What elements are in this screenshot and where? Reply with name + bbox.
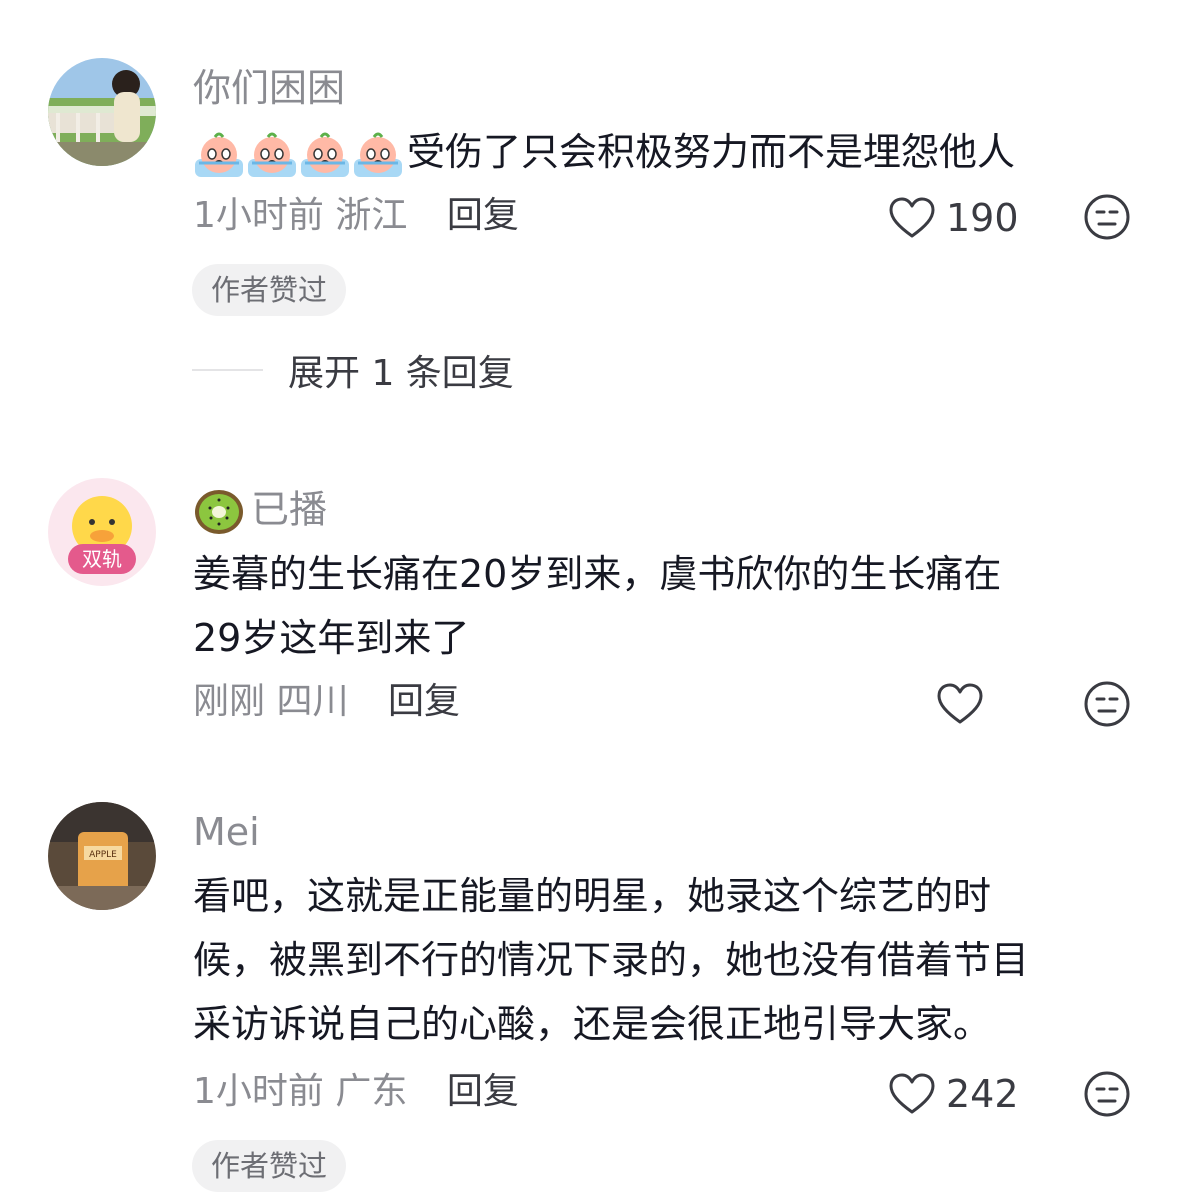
avatar[interactable]	[48, 58, 156, 166]
comment-text-content: 受伤了只会积极努力而不是埋怨他人	[407, 130, 1016, 174]
comment-meta: 刚刚 四川 回复	[193, 680, 460, 724]
crying-face-icon	[195, 132, 243, 177]
comment-text-line: 看吧，这就是正能量的明星，她录这个综艺的时	[193, 874, 992, 918]
dislike-face-icon[interactable]	[1083, 1070, 1131, 1118]
comment-meta: 1小时前 浙江 回复	[193, 194, 519, 238]
comment-text: 姜暮的生长痛在20岁到来，虞书欣你的生长痛在 29岁这年到来了	[193, 542, 1123, 670]
comment-location: 广东	[335, 1071, 408, 1112]
like-count: 190	[946, 196, 1019, 240]
comment-time: 1小时前	[193, 195, 324, 236]
heart-icon	[937, 683, 983, 724]
comment-location: 四川	[276, 681, 349, 722]
comment-text-line: 候，被黑到不行的情况下录的，她也没有借着节目	[193, 938, 1030, 982]
heart-icon	[889, 197, 935, 238]
comment-meta: 1小时前 广东 回复	[193, 1070, 519, 1114]
comment-text: 受伤了只会积极努力而不是埋怨他人	[193, 120, 1123, 184]
comment-text-line: 姜暮的生长痛在20岁到来，虞书欣你的生长痛在	[193, 552, 1002, 596]
dislike-face-icon[interactable]	[1083, 193, 1131, 241]
comment-time: 刚刚	[193, 681, 266, 722]
comment-time: 1小时前	[193, 1071, 324, 1112]
username[interactable]: Mei	[193, 810, 260, 854]
comment-location: 浙江	[335, 195, 408, 236]
svg-text:双轨: 双轨	[82, 547, 122, 571]
username: 已播	[251, 487, 328, 532]
like-count: 242	[946, 1072, 1019, 1116]
avatar[interactable]: 双轨	[48, 478, 156, 586]
emoji-group	[193, 129, 405, 181]
heart-icon	[889, 1073, 935, 1114]
crying-face-icon	[354, 132, 402, 177]
comment-text: 看吧，这就是正能量的明星，她录这个综艺的时 候，被黑到不行的情况下录的，她也没有…	[193, 864, 1123, 1056]
author-liked-badge: 作者赞过	[192, 1140, 347, 1192]
expand-replies-label: 展开 1 条回复	[288, 353, 514, 394]
dislike-face-icon[interactable]	[1083, 680, 1131, 728]
crying-face-icon	[301, 132, 349, 177]
like-button[interactable]: 190	[888, 193, 1019, 243]
username[interactable]: 你们困困	[193, 66, 345, 110]
reply-button[interactable]: 回复	[388, 681, 460, 722]
comment-text-line: 采访诉说自己的心酸，还是会很正地引导大家。	[193, 1002, 992, 1046]
crying-face-icon	[248, 132, 296, 177]
username-row[interactable]: 已播	[193, 486, 327, 538]
divider	[192, 369, 263, 371]
svg-text:APPLE: APPLE	[89, 850, 117, 860]
like-button[interactable]: 242	[888, 1069, 1019, 1119]
author-liked-badge: 作者赞过	[192, 264, 347, 316]
like-button[interactable]	[936, 679, 994, 729]
kiwi-icon	[195, 490, 243, 534]
expand-replies-button[interactable]: 展开 1 条回复	[192, 348, 514, 394]
avatar[interactable]: APPLE	[48, 802, 156, 910]
comment-text-line: 29岁这年到来了	[193, 616, 470, 660]
reply-button[interactable]: 回复	[447, 1071, 519, 1112]
reply-button[interactable]: 回复	[447, 195, 519, 236]
